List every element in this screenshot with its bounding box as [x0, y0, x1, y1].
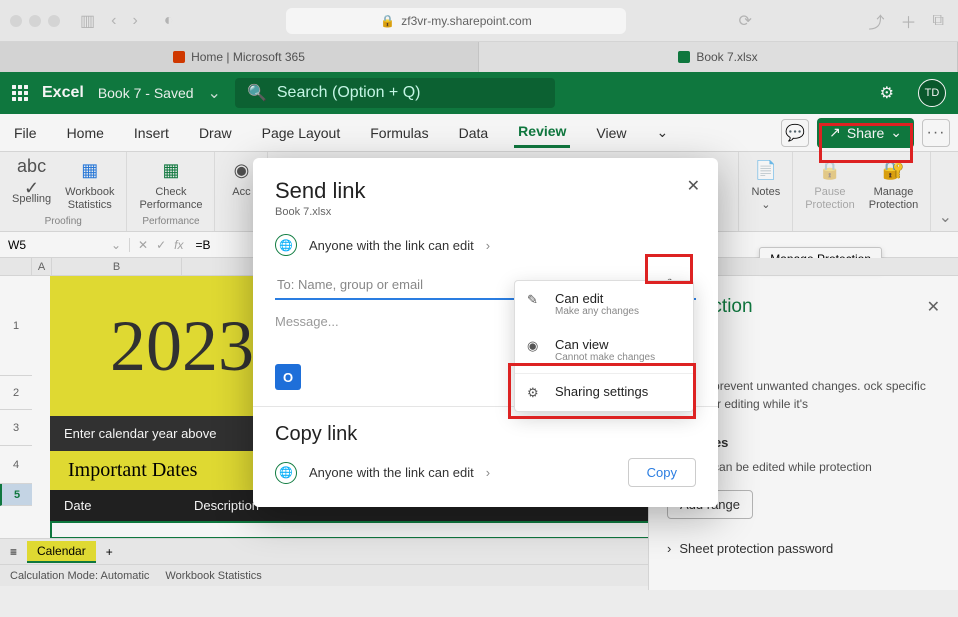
- outlook-icon[interactable]: O: [275, 364, 301, 390]
- back-icon[interactable]: ‹: [107, 12, 120, 30]
- app-launcher-icon[interactable]: [12, 85, 28, 101]
- col-header[interactable]: A: [32, 258, 52, 275]
- tab-home[interactable]: Home: [63, 119, 108, 147]
- tab-review[interactable]: Review: [514, 117, 570, 148]
- group-proofing: Proofing: [45, 216, 82, 227]
- col-header[interactable]: B: [52, 258, 182, 275]
- browser-toolbar: ▥ ‹ › ◐ 🔒 zf3vr-my.sharepoint.com ⟳ ⤴ ＋ …: [0, 0, 958, 42]
- ribbon-expand-icon[interactable]: ⌄: [653, 118, 673, 147]
- dialog-title: Send link: [275, 178, 696, 204]
- add-sheet-button[interactable]: +: [106, 545, 113, 559]
- eye-icon: ◉: [527, 338, 545, 354]
- formula-input[interactable]: =B: [191, 238, 210, 252]
- settings-icon[interactable]: ⚙: [880, 83, 894, 103]
- row-header[interactable]: 3: [0, 410, 32, 446]
- workbook-stats-button[interactable]: ▦Workbook Statistics: [59, 156, 120, 214]
- row-header[interactable]: 1: [0, 276, 32, 376]
- avatar[interactable]: TD: [918, 79, 946, 107]
- highlight-share: [819, 123, 913, 163]
- sheet-password-row[interactable]: ›Sheet protection password: [667, 541, 940, 556]
- tab-view[interactable]: View: [592, 119, 630, 147]
- tab-formulas[interactable]: Formulas: [366, 119, 432, 147]
- copy-link-permissions-row[interactable]: 🌐 Anyone with the link can edit ›: [275, 462, 490, 484]
- to-placeholder: To: Name, group or email: [277, 277, 423, 292]
- row-header[interactable]: 5: [0, 484, 32, 506]
- app-title-bar: Excel Book 7 - Saved ⌄ 🔍 Search (Option …: [0, 72, 958, 114]
- notes-button[interactable]: 📄Notes⌄: [745, 156, 786, 214]
- can-edit-option[interactable]: ✎ Can editMake any changes: [515, 281, 693, 327]
- fx-icon[interactable]: fx: [174, 238, 183, 252]
- chevron-right-icon: ›: [486, 465, 490, 480]
- globe-icon: 🌐: [275, 462, 297, 484]
- sheet-menu-icon[interactable]: ≡: [10, 545, 17, 559]
- spelling-button[interactable]: abc✓Spelling: [6, 156, 57, 214]
- chevron-down-icon: ⌄: [761, 199, 770, 212]
- tab-book7[interactable]: Book 7.xlsx: [479, 42, 958, 72]
- link-permissions-row[interactable]: 🌐 Anyone with the link can edit ›: [275, 234, 696, 256]
- manage-protection-button[interactable]: 🔐Manage Protection: [863, 156, 925, 214]
- app-name: Excel: [42, 84, 84, 102]
- search-icon: 🔍: [247, 83, 267, 103]
- name-box[interactable]: W5⌄: [0, 238, 130, 252]
- ribbon-collapse-icon[interactable]: ⌄: [939, 207, 952, 227]
- search-placeholder: Search (Option + Q): [277, 84, 421, 102]
- chevron-right-icon: ›: [667, 541, 671, 556]
- select-all-corner[interactable]: [0, 258, 32, 276]
- highlight-sharing-settings: [508, 363, 696, 419]
- more-button[interactable]: ···: [922, 119, 950, 147]
- wb-stats-status[interactable]: Workbook Statistics: [165, 570, 261, 582]
- calc-mode[interactable]: Calculation Mode: Automatic: [10, 570, 149, 582]
- tabs-icon[interactable]: ⧉: [929, 12, 948, 30]
- highlight-pen-dropdown: [645, 254, 693, 284]
- globe-icon: 🌐: [275, 234, 297, 256]
- shield-icon[interactable]: ◐: [160, 12, 178, 30]
- tab-data[interactable]: Data: [455, 119, 493, 147]
- lock-icon: 🔒: [380, 14, 395, 28]
- window-controls: [10, 15, 60, 27]
- pencil-icon: ✎: [527, 292, 545, 308]
- forward-icon: ›: [128, 12, 141, 30]
- tab-home365[interactable]: Home | Microsoft 365: [0, 42, 479, 72]
- tab-file[interactable]: File: [10, 119, 41, 147]
- doc-name[interactable]: Book 7 - Saved: [98, 85, 194, 101]
- close-icon[interactable]: ✕: [687, 176, 700, 196]
- sheet-tab-calendar[interactable]: Calendar: [27, 541, 96, 563]
- date-column-header: Date: [50, 490, 180, 521]
- cancel-icon[interactable]: ✕: [138, 238, 148, 252]
- tab-draw[interactable]: Draw: [195, 119, 236, 147]
- dialog-subtitle: Book 7.xlsx: [275, 206, 696, 218]
- row-header[interactable]: 2: [0, 376, 32, 410]
- sidebar-toggle-icon[interactable]: ▥: [76, 11, 99, 31]
- chevron-down-icon: ⌄: [111, 238, 121, 252]
- new-tab-icon[interactable]: ＋: [897, 9, 921, 33]
- url-text: zf3vr-my.sharepoint.com: [401, 14, 531, 28]
- chevron-right-icon: ›: [486, 238, 490, 253]
- ribbon-tabs: File Home Insert Draw Page Layout Formul…: [0, 114, 958, 152]
- address-bar[interactable]: 🔒 zf3vr-my.sharepoint.com: [286, 8, 626, 34]
- close-icon[interactable]: ✕: [927, 297, 940, 317]
- reload-icon[interactable]: ⟳: [735, 11, 756, 31]
- tab-page-layout[interactable]: Page Layout: [258, 119, 345, 147]
- check-performance-button[interactable]: ▦Check Performance: [133, 156, 208, 214]
- doc-dropdown-icon[interactable]: ⌄: [208, 83, 221, 103]
- copy-link-title: Copy link: [275, 423, 696, 446]
- search-input[interactable]: 🔍 Search (Option + Q): [235, 78, 555, 108]
- share-icon[interactable]: ⤴: [865, 9, 889, 33]
- enter-icon[interactable]: ✓: [156, 238, 166, 252]
- row-header[interactable]: 4: [0, 446, 32, 484]
- pause-protection-button: 🔒Pause Protection: [799, 156, 861, 214]
- selected-row[interactable]: [50, 521, 650, 538]
- comments-button[interactable]: 💬: [781, 119, 809, 147]
- tab-insert[interactable]: Insert: [130, 119, 173, 147]
- group-performance: Performance: [142, 216, 199, 227]
- copy-button[interactable]: Copy: [628, 458, 696, 487]
- browser-tabs: Home | Microsoft 365 Book 7.xlsx: [0, 42, 958, 72]
